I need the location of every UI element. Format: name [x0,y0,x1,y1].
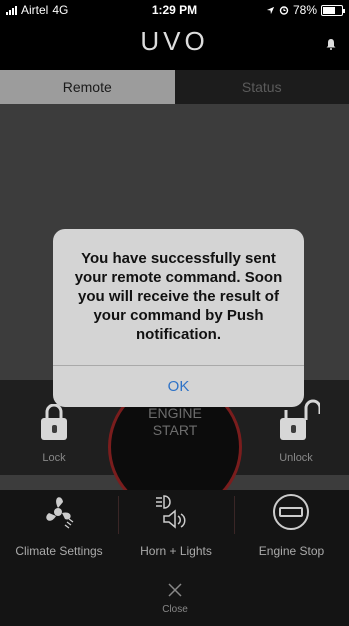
location-arrow-icon [266,6,275,14]
alert-dialog: You have successfully sent your remote c… [53,229,304,407]
ok-button[interactable]: OK [53,366,304,407]
lock-label: Lock [42,452,66,464]
alert-message: You have successfully sent your remote c… [74,250,283,343]
engine-label-line2: START [152,422,198,438]
bell-icon[interactable] [325,38,337,50]
unlock-icon [280,418,306,440]
tab-status[interactable]: Status [174,70,349,104]
horn-lights-label: Horn + Lights [140,544,212,558]
close-button[interactable]: Close [149,580,201,620]
climate-settings-button[interactable]: Climate Settings [0,490,118,562]
engine-start-text: ENGINE START [108,405,242,439]
close-icon [168,583,182,597]
battery-fill [323,6,336,14]
status-bar: Airtel 4G 1:29 PM 78% [0,0,349,20]
battery-percent: 78% [292,3,317,17]
engine-stop-icon [273,494,309,530]
uvo-logo: UVO [140,26,209,56]
battery-icon [321,4,345,16]
lock-button[interactable]: Lock [29,404,79,466]
tab-remote[interactable]: Remote [0,70,175,104]
status-right: 78% [266,3,345,17]
engine-label-line1: ENGINE [148,405,202,421]
fan-icon [46,497,74,529]
horn-lights-button[interactable]: Horn + Lights [118,490,234,562]
close-label: Close [162,604,188,615]
climate-settings-label: Climate Settings [15,544,103,558]
unlock-label: Unlock [279,452,313,464]
engine-stop-button[interactable]: Engine Stop [234,490,349,562]
horn-lights-icon [156,495,186,529]
alarm-icon [279,6,289,15]
tab-bar: Remote Status [0,70,349,104]
engine-stop-label: Engine Stop [258,544,325,558]
lock-icon [41,418,67,440]
